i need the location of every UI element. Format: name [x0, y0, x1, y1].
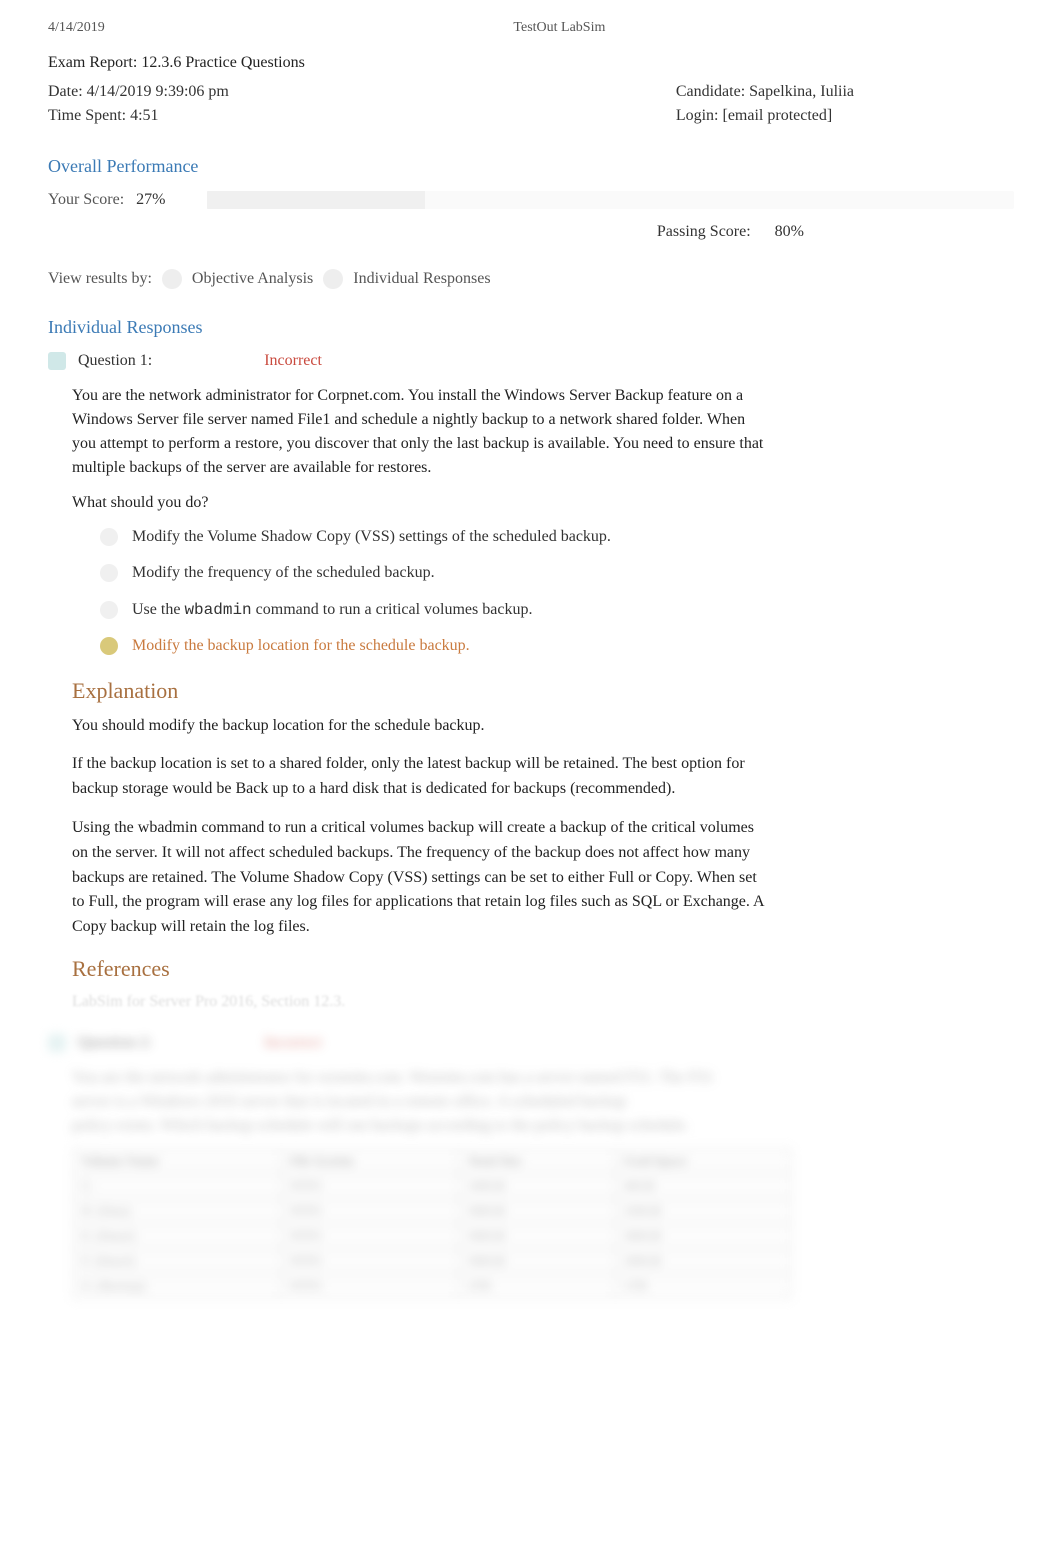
answer-text: Use the wbadmin command to run a critica…	[132, 599, 772, 621]
explanation-paragraph: You should modify the backup location fo…	[72, 714, 772, 739]
time-spent: Time Spent: 4:51	[48, 104, 229, 128]
answer-text: Modify the backup location for the sched…	[132, 635, 772, 657]
explanation-paragraph: If the backup location is set to a share…	[72, 752, 772, 802]
table-cell: 40GB	[615, 1173, 791, 1198]
table-cell: F: (Data3)	[73, 1248, 282, 1273]
passing-score-value: 80%	[775, 223, 804, 240]
table-cell: 2TB	[459, 1273, 615, 1298]
explanation-paragraph: Using the wbadmin command to run a criti…	[72, 816, 772, 940]
table-cell: E: (Data2)	[73, 1223, 282, 1248]
question-status-icon	[48, 352, 66, 370]
passing-score-label: Passing Score:	[657, 223, 751, 240]
table-cell: NTFS	[281, 1223, 459, 1248]
question-text: You are the network administrator for Co…	[72, 384, 772, 480]
table-cell: 500GB	[459, 1198, 615, 1223]
table-row: C:NTFS100GB40GB	[73, 1173, 792, 1198]
table-cell: G: (Backup)	[73, 1273, 282, 1298]
table-header: Volume Name	[73, 1148, 282, 1173]
blurred-table: Volume Name File System Total Size Used …	[72, 1148, 792, 1299]
reference-text: LabSim for Server Pro 2016, Section 12.3…	[72, 990, 772, 1014]
answer-option: Use the wbadmin command to run a critica…	[100, 599, 772, 621]
radio-objective-analysis[interactable]	[162, 269, 182, 289]
print-date: 4/14/2019	[48, 20, 105, 36]
answer-bullet-icon	[100, 528, 118, 546]
individual-responses-heading: Individual Responses	[48, 317, 1014, 338]
table-cell: D: (Data)	[73, 1198, 282, 1223]
question-status-icon	[48, 1034, 66, 1052]
score-fill	[207, 191, 425, 209]
answer-text: Modify the Volume Shadow Copy (VSS) sett…	[132, 526, 772, 548]
table-cell: NTFS	[281, 1248, 459, 1273]
answer-option: Modify the Volume Shadow Copy (VSS) sett…	[100, 526, 772, 548]
candidate-name: Candidate: Sapelkina, Iuliia	[676, 80, 854, 104]
explanation-heading: Explanation	[72, 678, 772, 704]
table-header: File System	[281, 1148, 459, 1173]
code-word: wbadmin	[184, 601, 251, 619]
question-number: Question 2:	[78, 1034, 152, 1052]
table-cell: 250GB	[615, 1198, 791, 1223]
table-cell: 1TB	[615, 1273, 791, 1298]
question-status: Incorrect	[264, 1034, 322, 1052]
table-header: Used Space	[615, 1148, 791, 1173]
table-cell: 100GB	[459, 1173, 615, 1198]
question-number: Question 1:	[78, 352, 152, 370]
table-cell: 300GB	[615, 1223, 791, 1248]
table-header: Total Size	[459, 1148, 615, 1173]
answer-bullet-icon	[100, 564, 118, 582]
table-row: E: (Data2)NTFS500GB300GB	[73, 1223, 792, 1248]
exam-date: Date: 4/14/2019 9:39:06 pm	[48, 80, 229, 104]
overall-performance-heading: Overall Performance	[48, 156, 1014, 177]
app-title: TestOut LabSim	[513, 20, 605, 36]
table-cell: NTFS	[281, 1198, 459, 1223]
table-row: F: (Data3)NTFS500GB200GB	[73, 1248, 792, 1273]
table-cell: NTFS	[281, 1173, 459, 1198]
radio-individual-responses[interactable]	[323, 269, 343, 289]
references-heading: References	[72, 956, 772, 982]
exam-report-title: Exam Report: 12.3.6 Practice Questions	[48, 54, 1014, 72]
table-cell: C:	[73, 1173, 282, 1198]
answer-option: Modify the frequency of the scheduled ba…	[100, 562, 772, 584]
answer-text: Modify the frequency of the scheduled ba…	[132, 562, 772, 584]
blurred-question-2: Question 2: Incorrect You are the networ…	[48, 1034, 1014, 1299]
answer-bullet-icon	[100, 601, 118, 619]
blurred-line: policy exists. Which backup schedule wil…	[72, 1114, 772, 1138]
objective-analysis-label[interactable]: Objective Analysis	[192, 270, 313, 288]
table-cell: 200GB	[615, 1248, 791, 1273]
login-email: Login: [email protected]	[676, 104, 854, 128]
correct-answer-icon	[100, 637, 118, 655]
view-results-label: View results by:	[48, 270, 152, 288]
answer-option-correct: Modify the backup location for the sched…	[100, 635, 772, 657]
question-status: Incorrect	[264, 352, 322, 370]
your-score-label: Your Score:	[48, 191, 124, 209]
question-prompt: What should you do?	[72, 494, 772, 512]
table-row: G: (Backup)NTFS2TB1TB	[73, 1273, 792, 1298]
score-bar	[207, 191, 1014, 209]
table-row: D: (Data)NTFS500GB250GB	[73, 1198, 792, 1223]
table-cell: 500GB	[459, 1223, 615, 1248]
individual-responses-label[interactable]: Individual Responses	[353, 270, 490, 288]
blurred-line: server is a Windows 2016 server that is …	[72, 1090, 772, 1114]
table-cell: NTFS	[281, 1273, 459, 1298]
your-score-value: 27%	[136, 191, 165, 209]
blurred-line: You are the network administrator for we…	[72, 1066, 772, 1090]
table-cell: 500GB	[459, 1248, 615, 1273]
